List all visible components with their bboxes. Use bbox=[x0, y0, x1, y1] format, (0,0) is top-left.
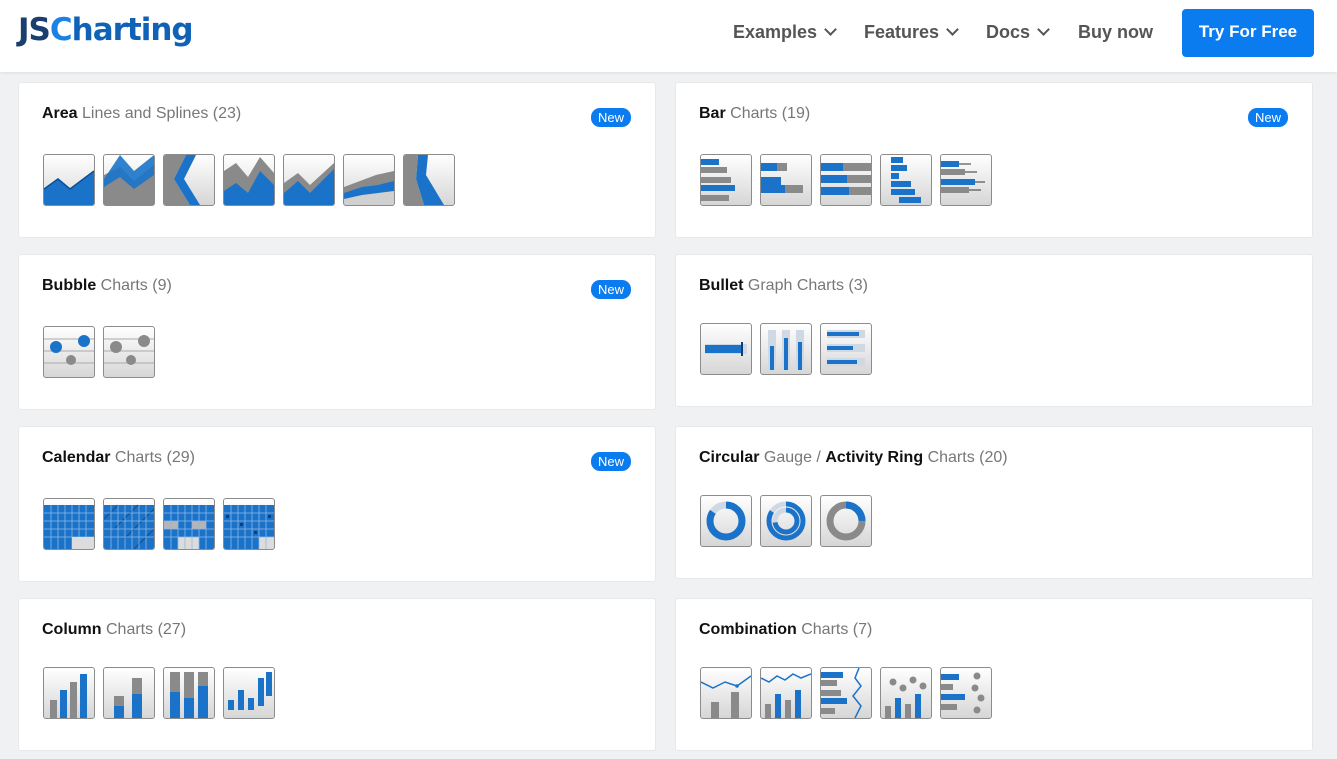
combination-chart-icon[interactable] bbox=[940, 667, 992, 719]
area-chart-icon[interactable] bbox=[223, 154, 275, 206]
thumb-row bbox=[43, 326, 155, 378]
card-title[interactable]: Column Charts (27) bbox=[42, 621, 186, 639]
card-column: Column Charts (27) bbox=[18, 598, 656, 751]
gauge-chart-icon[interactable] bbox=[700, 495, 752, 547]
card-bullet: Bullet Graph Charts (3) bbox=[675, 254, 1313, 407]
bar-chart-icon[interactable] bbox=[700, 154, 752, 206]
area-chart-icon[interactable] bbox=[403, 154, 455, 206]
thumb-row bbox=[700, 323, 872, 375]
nav-features[interactable]: Features bbox=[864, 22, 959, 43]
thumb-row bbox=[700, 495, 872, 547]
area-chart-icon[interactable] bbox=[43, 154, 95, 206]
new-badge: New bbox=[590, 108, 631, 127]
card-title[interactable]: Bubble Charts (9) bbox=[42, 277, 172, 295]
calendar-chart-icon[interactable] bbox=[163, 498, 215, 550]
bullet-chart-icon[interactable] bbox=[760, 323, 812, 375]
chevron-down-icon bbox=[824, 23, 837, 36]
column-chart-icon[interactable] bbox=[163, 667, 215, 719]
thumb-row bbox=[43, 667, 275, 719]
card-calendar: Calendar Charts (29) New bbox=[18, 426, 656, 582]
combination-chart-icon[interactable] bbox=[700, 667, 752, 719]
thumb-row bbox=[700, 154, 992, 206]
area-chart-icon[interactable] bbox=[343, 154, 395, 206]
try-for-free-button[interactable]: Try For Free bbox=[1182, 9, 1314, 57]
new-badge: New bbox=[1247, 108, 1288, 127]
bar-chart-icon[interactable] bbox=[940, 154, 992, 206]
thumb-row bbox=[700, 667, 992, 719]
chevron-down-icon bbox=[1037, 23, 1050, 36]
card-circular: Circular Gauge / Activity Ring Charts (2… bbox=[675, 426, 1313, 579]
nav-buy-now[interactable]: Buy now bbox=[1078, 22, 1153, 43]
area-chart-icon[interactable] bbox=[103, 154, 155, 206]
bar-chart-icon[interactable] bbox=[880, 154, 932, 206]
gauge-chart-icon[interactable] bbox=[820, 495, 872, 547]
bullet-chart-icon[interactable] bbox=[820, 323, 872, 375]
new-badge: New bbox=[590, 280, 631, 299]
area-chart-icon[interactable] bbox=[283, 154, 335, 206]
column-chart-icon[interactable] bbox=[103, 667, 155, 719]
bar-chart-icon[interactable] bbox=[820, 154, 872, 206]
thumb-row bbox=[43, 154, 455, 206]
site-header: JSCharting Examples Features Docs Buy no… bbox=[0, 0, 1337, 72]
combination-chart-icon[interactable] bbox=[820, 667, 872, 719]
calendar-chart-icon[interactable] bbox=[223, 498, 275, 550]
card-bar: Bar Charts (19) New bbox=[675, 82, 1313, 238]
bullet-chart-icon[interactable] bbox=[700, 323, 752, 375]
card-area: Area Lines and Splines (23) New bbox=[18, 82, 656, 238]
column-chart-icon[interactable] bbox=[43, 667, 95, 719]
card-title[interactable]: Area Lines and Splines (23) bbox=[42, 105, 241, 123]
card-title[interactable]: Combination Charts (7) bbox=[699, 621, 872, 639]
thumb-row bbox=[43, 498, 275, 550]
bubble-chart-icon[interactable] bbox=[103, 326, 155, 378]
combination-chart-icon[interactable] bbox=[880, 667, 932, 719]
calendar-chart-icon[interactable] bbox=[103, 498, 155, 550]
card-title[interactable]: Circular Gauge / Activity Ring Charts (2… bbox=[699, 449, 1008, 467]
card-title[interactable]: Bar Charts (19) bbox=[699, 105, 810, 123]
new-badge: New bbox=[590, 452, 631, 471]
column-chart-icon[interactable] bbox=[223, 667, 275, 719]
nav-docs[interactable]: Docs bbox=[986, 22, 1050, 43]
chevron-down-icon bbox=[946, 23, 959, 36]
area-chart-icon[interactable] bbox=[163, 154, 215, 206]
gauge-chart-icon[interactable] bbox=[760, 495, 812, 547]
card-combination: Combination Charts (7) bbox=[675, 598, 1313, 751]
card-title[interactable]: Calendar Charts (29) bbox=[42, 449, 195, 467]
nav-examples[interactable]: Examples bbox=[733, 22, 837, 43]
bubble-chart-icon[interactable] bbox=[43, 326, 95, 378]
card-bubble: Bubble Charts (9) New bbox=[18, 254, 656, 410]
card-title[interactable]: Bullet Graph Charts (3) bbox=[699, 277, 868, 295]
combination-chart-icon[interactable] bbox=[760, 667, 812, 719]
bar-chart-icon[interactable] bbox=[760, 154, 812, 206]
jscharting-logo[interactable]: JSCharting bbox=[18, 12, 194, 48]
calendar-chart-icon[interactable] bbox=[43, 498, 95, 550]
